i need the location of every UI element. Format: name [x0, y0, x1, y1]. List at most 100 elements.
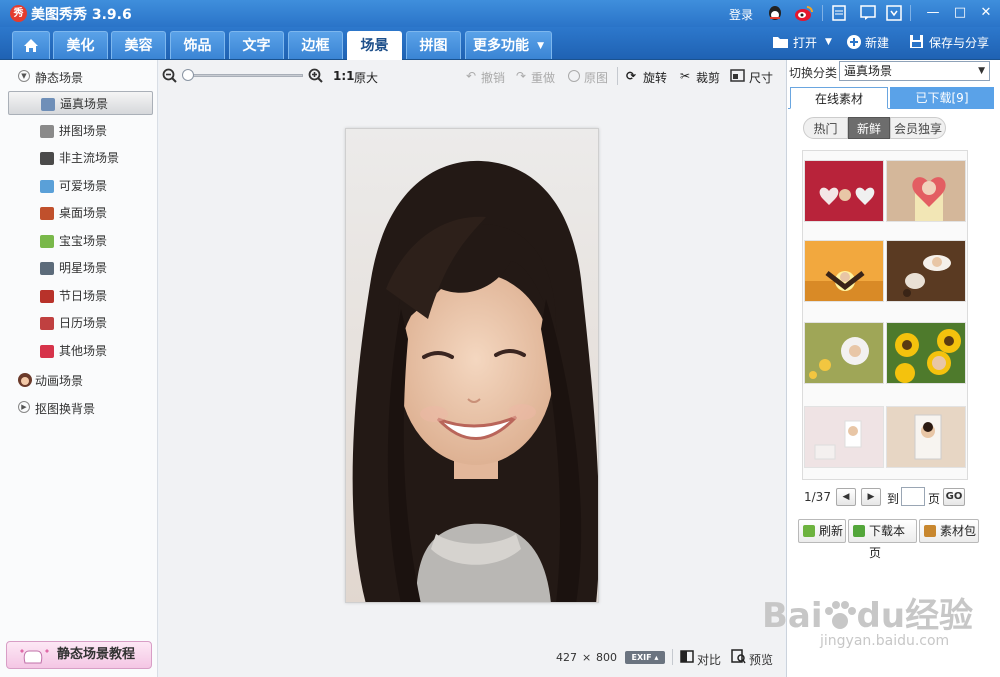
filter-hot[interactable]: 热门 — [803, 117, 848, 139]
sidebar-item[interactable]: 非主流场景 — [8, 146, 153, 170]
next-page-button[interactable]: ▶ — [861, 488, 881, 506]
settings-icon[interactable] — [886, 5, 902, 21]
watermark-text-jingyan: 经验 — [905, 596, 974, 636]
new-button[interactable]: 新建 — [865, 34, 889, 51]
zoom-slider-track[interactable] — [185, 74, 303, 77]
sidebar-item[interactable]: 可爱场景 — [8, 174, 153, 198]
rotate-button[interactable]: 旋转 — [643, 69, 667, 86]
sidebar-item-label: 宝宝场景 — [59, 234, 108, 248]
page-label: 页 — [928, 492, 941, 506]
qq-icon[interactable] — [766, 4, 784, 22]
sidebar-item[interactable]: 明星场景 — [8, 256, 153, 280]
material-thumbnail[interactable] — [886, 160, 966, 222]
size-button[interactable]: 尺寸 — [749, 69, 773, 86]
message-icon[interactable] — [860, 5, 876, 21]
sidebar-item-label: 非主流场景 — [59, 151, 120, 165]
material-thumbnail[interactable] — [804, 322, 884, 384]
filter-new[interactable]: 新鲜 — [848, 117, 890, 139]
compare-icon — [680, 650, 694, 663]
minimize-icon[interactable]: — — [924, 4, 942, 22]
preview-button[interactable]: 预览 — [749, 651, 773, 668]
expand-icon[interactable]: ▶ — [18, 401, 30, 413]
zoom-ratio-label[interactable]: 1:1 — [333, 69, 355, 83]
tab-beautify[interactable]: 美化 — [53, 31, 108, 59]
zoom-in-icon[interactable] — [308, 68, 324, 84]
scene-category-icon — [41, 98, 55, 111]
resize-icon[interactable] — [730, 69, 745, 82]
tab-more[interactable]: 更多功能 ▼ — [465, 31, 552, 59]
scene-category-icon — [40, 345, 54, 358]
redo-icon[interactable]: ↷ — [516, 69, 526, 83]
chevron-down-icon: ▼ — [537, 41, 544, 51]
original-icon — [568, 70, 580, 82]
material-thumbnail[interactable] — [804, 160, 884, 222]
tab-text[interactable]: 文字 — [229, 31, 284, 59]
sidebar-item-label: 可爱场景 — [59, 179, 108, 193]
collapse-icon[interactable]: ▼ — [18, 70, 30, 82]
original-button[interactable]: 原图 — [584, 69, 608, 86]
crop-button[interactable]: 裁剪 — [696, 69, 720, 86]
zoom-out-icon[interactable] — [162, 68, 178, 84]
tab-frame[interactable]: 边框 — [288, 31, 343, 59]
exif-button[interactable]: EXIF ▴ — [625, 651, 665, 664]
tab-downloaded[interactable]: 已下载[9] — [890, 87, 994, 109]
plus-circle-icon — [847, 35, 861, 49]
sidebar-item[interactable]: 桌面场景 — [8, 201, 153, 225]
go-button[interactable]: GO — [943, 488, 965, 506]
download-page-button[interactable]: 下载本页 — [848, 519, 917, 560]
sidebar-item[interactable]: 日历场景 — [8, 311, 153, 335]
paw-icon — [824, 601, 856, 629]
scene-category-icon — [40, 125, 54, 138]
tab-scene[interactable]: 场景 — [347, 31, 402, 60]
static-scene-header[interactable]: 静态场景 — [35, 69, 83, 86]
maximize-icon[interactable]: □ — [951, 4, 969, 22]
heart-frame-thumbnail-image — [887, 161, 965, 221]
open-button[interactable]: 打开 — [793, 34, 817, 51]
title-bar: 秀 美图秀秀 3.9.6 登录 — □ ✕ — [0, 0, 1000, 27]
tab-collage[interactable]: 拼图 — [406, 31, 461, 59]
crop-icon[interactable]: ✂ — [680, 69, 690, 83]
rotate-icon[interactable]: ⟳ — [626, 69, 636, 83]
prev-page-button[interactable]: ◀ — [836, 488, 856, 506]
sidebar-item[interactable]: 节日场景 — [8, 284, 153, 308]
page-number-input[interactable] — [901, 487, 925, 506]
material-thumbnail[interactable] — [804, 240, 884, 302]
zoom-slider-thumb[interactable] — [182, 69, 194, 81]
weibo-icon[interactable] — [794, 4, 814, 22]
material-pack-button[interactable]: 素材包 — [919, 519, 979, 543]
scene-category-icon — [40, 207, 54, 220]
material-thumbnail[interactable] — [886, 240, 966, 302]
sidebar-item[interactable]: 逼真场景 — [8, 91, 153, 115]
category-select[interactable]: 逼真场景 ▼ — [839, 61, 990, 81]
material-thumbnail[interactable] — [886, 406, 966, 468]
animated-scene-item[interactable]: 动画场景 — [35, 372, 83, 389]
close-icon[interactable]: ✕ — [977, 4, 995, 22]
open-dropdown-icon[interactable]: ▼ — [825, 37, 832, 47]
compare-button[interactable]: 对比 — [697, 651, 721, 668]
original-size-button[interactable]: 原大 — [354, 69, 378, 86]
undo-icon[interactable]: ↶ — [466, 69, 476, 83]
scene-category-icon — [40, 262, 54, 275]
scene-category-icon — [40, 290, 54, 303]
tab-face[interactable]: 美容 — [111, 31, 166, 59]
file-icon[interactable] — [832, 5, 846, 21]
sidebar-item[interactable]: 拼图场景 — [8, 119, 153, 143]
tab-accessories[interactable]: 饰品 — [170, 31, 225, 59]
undo-button[interactable]: 撤销 — [481, 69, 505, 86]
sidebar-item[interactable]: 其他场景 — [8, 339, 153, 363]
tab-online-materials[interactable]: 在线素材 — [790, 87, 888, 109]
tab-more-label: 更多功能 — [473, 38, 529, 54]
static-scene-tutorial-button[interactable]: 静态场景教程 — [6, 641, 152, 669]
matting-item[interactable]: 抠图换背景 — [35, 400, 95, 417]
material-thumbnail[interactable] — [804, 406, 884, 468]
material-thumbnail[interactable] — [886, 322, 966, 384]
login-link[interactable]: 登录 — [729, 6, 753, 23]
sidebar-item-label: 其他场景 — [59, 344, 108, 358]
filter-vip[interactable]: 会员独享 — [890, 117, 946, 139]
redo-button[interactable]: 重做 — [531, 69, 555, 86]
scene-category-icon — [40, 235, 54, 248]
tab-home[interactable] — [12, 31, 50, 59]
refresh-button[interactable]: 刷新 — [798, 519, 846, 543]
sidebar-item[interactable]: 宝宝场景 — [8, 229, 153, 253]
save-share-button[interactable]: 保存与分享 — [929, 34, 989, 51]
